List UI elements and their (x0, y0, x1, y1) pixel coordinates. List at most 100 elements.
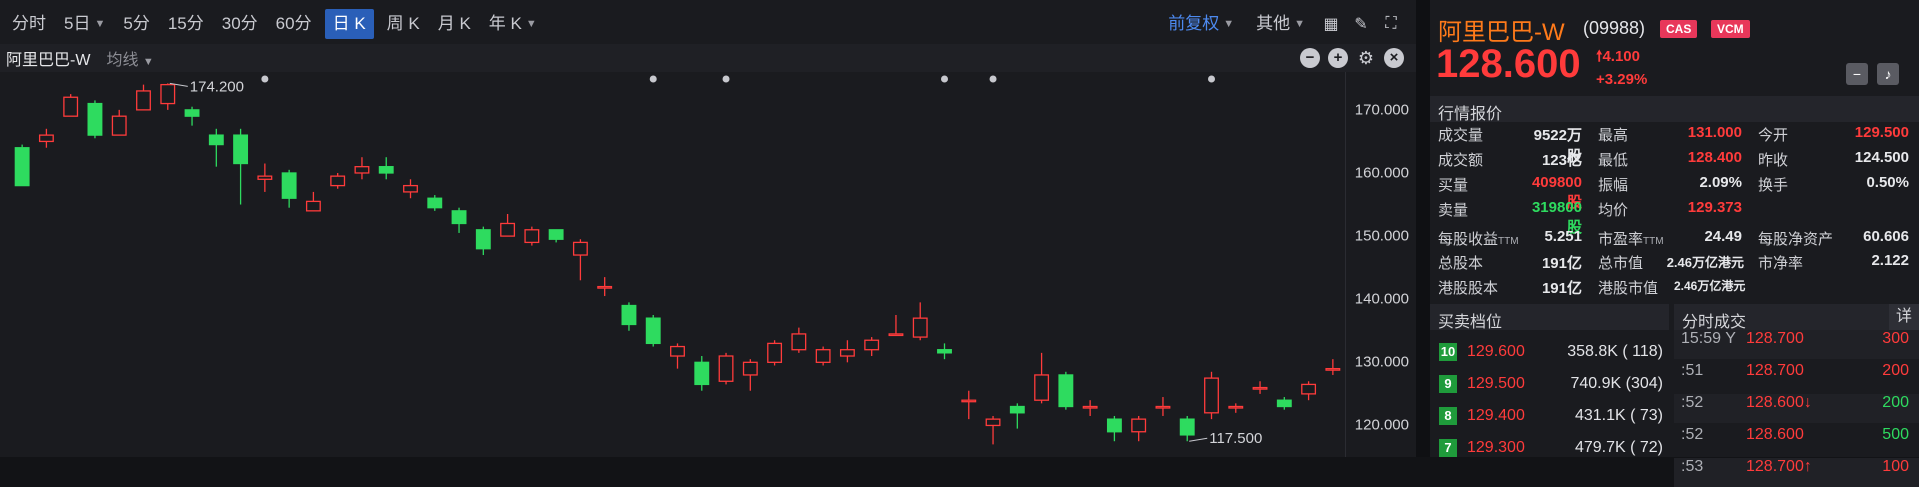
period-tab-label: 周 K (386, 14, 420, 33)
event-marker[interactable] (1208, 75, 1215, 83)
candle[interactable] (184, 106, 200, 126)
candle[interactable] (63, 94, 79, 117)
candle[interactable] (694, 356, 710, 391)
candle[interactable] (1009, 403, 1025, 429)
candle[interactable] (839, 340, 855, 363)
level-badge: 7 (1439, 439, 1457, 457)
y-tick-label: 170.000 (1354, 101, 1409, 119)
period-tab[interactable]: 5分 (114, 9, 158, 39)
pencil-icon[interactable]: ✎ (1348, 14, 1374, 34)
candle[interactable] (597, 277, 613, 297)
candle[interactable] (87, 100, 103, 139)
candle[interactable] (985, 415, 1001, 445)
candle[interactable] (572, 239, 588, 281)
period-tab[interactable]: 60分 (267, 9, 321, 39)
candle[interactable] (864, 337, 880, 357)
candle[interactable] (1252, 381, 1268, 394)
panel-divider[interactable] (1416, 0, 1430, 457)
order-book-row[interactable]: 9 129.500 740.9K (304) (1430, 368, 1669, 400)
period-tab[interactable]: 周 K (378, 9, 429, 39)
candle[interactable] (378, 157, 394, 180)
candle[interactable] (645, 314, 661, 347)
candle[interactable] (1204, 371, 1219, 420)
candle[interactable] (160, 83, 176, 110)
candle[interactable] (38, 128, 54, 148)
candle[interactable] (791, 327, 807, 353)
candle[interactable] (961, 390, 977, 420)
candle[interactable] (1179, 415, 1195, 442)
event-marker[interactable] (261, 75, 269, 83)
candlestick-chart[interactable]: 174.200 117.500 (0, 72, 1345, 457)
candle[interactable] (1058, 371, 1074, 410)
period-tab[interactable]: 分时 (3, 9, 55, 39)
candle[interactable] (1082, 400, 1098, 416)
detail-button[interactable]: 详 (1889, 304, 1919, 330)
candle[interactable] (354, 157, 370, 180)
candle[interactable] (305, 191, 321, 212)
other-dropdown[interactable]: 其他 ▼ (1247, 9, 1314, 39)
alert-bell-icon[interactable]: ♪ (1877, 63, 1899, 85)
shares-value: 191亿 (1541, 255, 1582, 272)
candle[interactable] (427, 195, 443, 211)
candle[interactable] (621, 302, 637, 331)
candle[interactable] (208, 128, 224, 167)
grid-layout-icon[interactable]: ▦ (1318, 14, 1344, 34)
quote-label: 最高 (1598, 127, 1629, 144)
candle[interactable] (451, 207, 467, 233)
settings-gear-icon[interactable]: ⚙ (1356, 48, 1376, 68)
candle[interactable] (815, 346, 831, 366)
candle[interactable] (403, 179, 418, 199)
candle[interactable] (670, 343, 685, 369)
zoom-in-icon[interactable]: + (1328, 48, 1348, 68)
period-tab-label: 30分 (221, 14, 258, 33)
ma-dropdown[interactable]: 均线 ▼ (90, 46, 153, 70)
event-marker[interactable] (649, 75, 657, 83)
candle[interactable] (888, 314, 904, 337)
close-icon[interactable]: × (1384, 48, 1404, 68)
trade-volume: 300 (1882, 330, 1909, 347)
candle[interactable] (1301, 381, 1317, 401)
candle[interactable] (937, 343, 952, 360)
candle[interactable] (767, 340, 783, 366)
period-tab[interactable]: 日 K (324, 9, 374, 39)
period-tab[interactable]: 月 K (429, 9, 480, 39)
event-marker[interactable] (941, 75, 948, 83)
candle[interactable] (718, 352, 734, 385)
candle[interactable] (233, 128, 249, 205)
candle[interactable] (1228, 403, 1244, 413)
candle[interactable] (1106, 415, 1122, 442)
period-tab[interactable]: 5日 ▼ (55, 9, 114, 39)
candle[interactable] (1155, 397, 1171, 416)
candle[interactable] (136, 84, 151, 111)
candle[interactable] (281, 169, 297, 208)
candle[interactable] (1276, 397, 1292, 410)
zoom-out-icon[interactable]: − (1300, 48, 1320, 68)
candle[interactable] (1034, 352, 1050, 404)
period-tab[interactable]: 30分 (213, 9, 267, 39)
collapse-button[interactable]: − (1846, 63, 1868, 85)
candle[interactable] (742, 359, 758, 391)
candle[interactable] (1325, 359, 1341, 375)
candle[interactable] (330, 172, 346, 189)
candle[interactable] (912, 302, 928, 341)
candle[interactable] (111, 109, 127, 136)
period-tab-label: 日 K (332, 14, 366, 33)
candle[interactable] (1131, 415, 1147, 442)
candle[interactable] (257, 163, 273, 192)
chart-controls: − + ⚙ × (1300, 48, 1404, 68)
adjust-dropdown[interactable]: 前复权 ▼ (1159, 9, 1243, 39)
fullscreen-icon[interactable]: ⛶ (1378, 15, 1404, 33)
order-book-row[interactable]: 7 129.300 479.7K ( 72) (1430, 432, 1669, 464)
period-tab[interactable]: 年 K ▼ (480, 9, 546, 39)
event-marker[interactable] (989, 75, 997, 83)
candle[interactable] (548, 229, 564, 243)
candle[interactable] (475, 226, 491, 256)
order-book-row[interactable]: 8 129.400 431.1K ( 73) (1430, 400, 1669, 432)
period-tab[interactable]: 15分 (159, 9, 213, 39)
candle[interactable] (524, 226, 540, 246)
candle[interactable] (500, 214, 516, 237)
order-book-row[interactable]: 10 129.600 358.8K ( 118) (1430, 336, 1669, 368)
event-marker[interactable] (722, 75, 730, 83)
candle[interactable] (14, 144, 30, 187)
trade-ticks[interactable]: 15:59 Y 128.700 300:51 128.700 200:52 128.600… (1674, 330, 1919, 487)
